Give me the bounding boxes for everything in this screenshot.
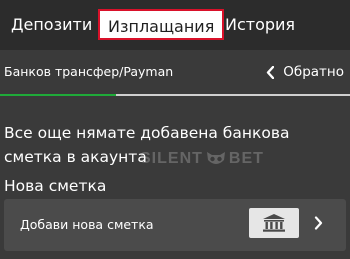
payment-method-header: Банков трансфер/Payman Обратно	[0, 50, 350, 96]
no-account-message: Все още нямате добавена банкова сметка в…	[4, 124, 290, 166]
tab-bar: Депозити Изплащания История	[0, 0, 350, 50]
progress-bar-fill	[0, 94, 116, 96]
tab-withdrawals[interactable]: Изплащания	[98, 9, 225, 40]
add-account-button[interactable]: Добави нова сметка	[4, 199, 346, 251]
tab-deposits[interactable]: Депозити	[11, 0, 92, 50]
new-account-heading: Нова сметка	[4, 177, 107, 195]
add-account-label: Добави нова сметка	[20, 217, 154, 232]
chevron-left-icon	[267, 65, 275, 79]
payment-method-label: Банков трансфер/Payman	[4, 64, 174, 79]
back-button[interactable]: Обратно	[266, 61, 344, 83]
tab-history[interactable]: История	[225, 0, 295, 50]
chevron-right-icon	[314, 216, 323, 230]
bank-icon	[249, 208, 299, 238]
back-button-label: Обратно	[283, 64, 344, 80]
progress-bar	[0, 94, 350, 96]
